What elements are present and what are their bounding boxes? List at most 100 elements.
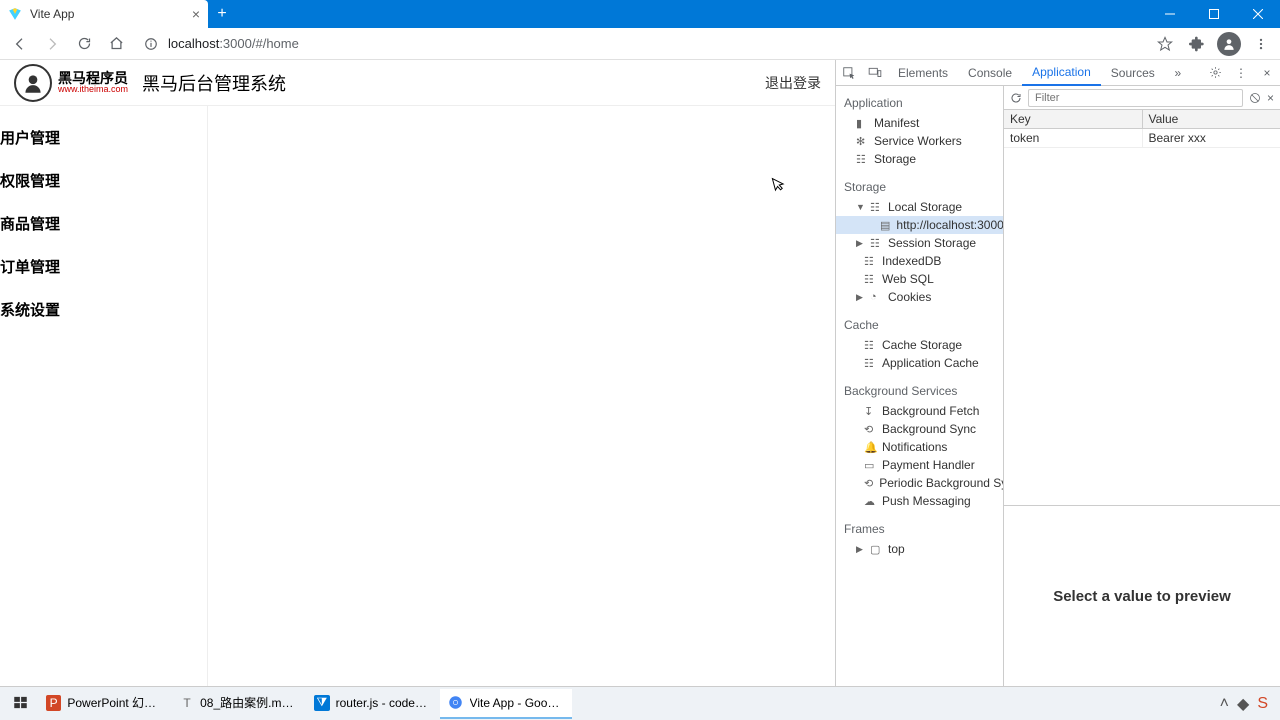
item-frame-top[interactable]: ▶▢top	[836, 540, 1003, 558]
item-push-messaging[interactable]: ☁Push Messaging	[836, 492, 1003, 510]
devtools-menu-icon[interactable]: ⋮	[1228, 60, 1254, 86]
maximize-button[interactable]	[1192, 0, 1236, 28]
vscode-icon: ⧩	[314, 695, 330, 711]
menu-item-products[interactable]: 商品管理	[0, 202, 207, 245]
close-window-button[interactable]	[1236, 0, 1280, 28]
item-bg-sync[interactable]: ⟲Background Sync	[836, 420, 1003, 438]
item-application-cache[interactable]: ☷Application Cache	[836, 354, 1003, 372]
new-tab-button[interactable]: +	[208, 0, 236, 28]
refresh-icon[interactable]	[1010, 92, 1022, 104]
task-vscode[interactable]: ⧩ router.js - code-r...	[306, 689, 438, 719]
col-key[interactable]: Key	[1004, 110, 1143, 128]
item-cookies[interactable]: ▶◔Cookies	[836, 288, 1003, 306]
tab-application[interactable]: Application	[1022, 60, 1101, 86]
section-storage: Storage	[836, 176, 1003, 198]
table-row[interactable]: token Bearer xxx	[1004, 129, 1280, 148]
minimize-button[interactable]	[1148, 0, 1192, 28]
browser-toolbar: localhost:3000/#/home	[0, 28, 1280, 60]
devtools-close-icon[interactable]: ×	[1254, 60, 1280, 86]
item-cache-storage[interactable]: ☷Cache Storage	[836, 336, 1003, 354]
tray-icon[interactable]: S	[1257, 695, 1268, 713]
site-info-icon[interactable]	[144, 37, 158, 51]
cookie-icon: ◔	[870, 291, 882, 303]
tray-icon[interactable]: ◆	[1237, 694, 1249, 714]
logout-link[interactable]: 退出登录	[765, 73, 821, 93]
reload-button[interactable]	[70, 30, 98, 58]
item-local-storage[interactable]: ▼☷Local Storage	[836, 198, 1003, 216]
database-icon: ☷	[864, 273, 876, 286]
item-indexeddb[interactable]: ☷IndexedDB	[836, 252, 1003, 270]
forward-button[interactable]	[38, 30, 66, 58]
item-periodic-sync[interactable]: ⟲Periodic Background Sync	[836, 474, 1003, 492]
chrome-icon	[448, 695, 464, 711]
app-logo: 黑马程序员 www.itheima.com	[14, 64, 128, 102]
tab-sources[interactable]: Sources	[1101, 60, 1165, 86]
devtools-panel: Elements Console Application Sources » ⋮…	[836, 60, 1280, 686]
more-tabs-icon[interactable]: »	[1165, 60, 1191, 86]
url-port: :3000	[219, 36, 252, 51]
url-host: localhost	[168, 36, 219, 51]
menu-item-users[interactable]: 用户管理	[0, 116, 207, 159]
task-chrome[interactable]: Vite App - Googl...	[440, 689, 572, 719]
app-content	[208, 106, 835, 686]
item-notifications[interactable]: 🔔Notifications	[836, 438, 1003, 456]
window-icon: ▢	[870, 543, 882, 556]
menu-item-settings[interactable]: 系统设置	[0, 288, 207, 331]
device-toggle-icon[interactable]	[862, 60, 888, 86]
storage-toolbar: ×	[1004, 86, 1280, 110]
tab-elements[interactable]: Elements	[888, 60, 958, 86]
tab-console[interactable]: Console	[958, 60, 1022, 86]
app-header: 黑马程序员 www.itheima.com 黑马后台管理系统 退出登录	[0, 60, 835, 106]
filter-input[interactable]	[1028, 89, 1243, 107]
task-powerpoint[interactable]: P PowerPoint 幻灯...	[38, 689, 170, 719]
card-icon: ▭	[864, 459, 876, 472]
address-bar[interactable]: localhost:3000/#/home	[134, 31, 1148, 57]
fetch-icon: ↧	[864, 405, 876, 418]
database-icon: ☷	[870, 237, 882, 250]
item-session-storage[interactable]: ▶☷Session Storage	[836, 234, 1003, 252]
item-service-workers[interactable]: ✻Service Workers	[836, 132, 1003, 150]
col-value[interactable]: Value	[1143, 110, 1280, 128]
database-icon: ☷	[864, 339, 876, 352]
logo-text-cn: 黑马程序员	[58, 71, 128, 85]
browser-tab[interactable]: Vite App ×	[0, 0, 208, 28]
system-tray[interactable]: ˄ ◆ S	[1220, 694, 1276, 714]
close-tab-icon[interactable]: ×	[192, 6, 200, 22]
chevron-down-icon: ▼	[856, 202, 864, 212]
cell-value: Bearer xxx	[1143, 129, 1280, 147]
item-websql[interactable]: ☷Web SQL	[836, 270, 1003, 288]
item-local-storage-origin[interactable]: ▤http://localhost:3000	[836, 216, 1003, 234]
home-button[interactable]	[102, 30, 130, 58]
sync-icon: ⟲	[864, 477, 873, 490]
tray-chevron-icon[interactable]: ˄	[1220, 695, 1229, 713]
item-manifest[interactable]: ▮Manifest	[836, 114, 1003, 132]
item-bg-fetch[interactable]: ↧Background Fetch	[836, 402, 1003, 420]
bookmark-icon[interactable]	[1152, 31, 1178, 57]
application-sidebar: Application ▮Manifest ✻Service Workers ☷…	[836, 86, 1004, 686]
vite-favicon-icon	[8, 7, 22, 21]
extensions-icon[interactable]	[1184, 31, 1210, 57]
menu-item-orders[interactable]: 订单管理	[0, 245, 207, 288]
cell-key: token	[1004, 129, 1143, 147]
menu-icon[interactable]	[1248, 31, 1274, 57]
clear-all-icon[interactable]	[1249, 92, 1261, 104]
window-controls	[1148, 0, 1280, 28]
page-title: 黑马后台管理系统	[142, 70, 286, 96]
file-icon: ▤	[880, 219, 890, 232]
devtools-settings-icon[interactable]	[1202, 60, 1228, 86]
profile-avatar[interactable]	[1216, 31, 1242, 57]
sync-icon: ⟲	[864, 423, 876, 436]
back-button[interactable]	[6, 30, 34, 58]
inspect-icon[interactable]	[836, 60, 862, 86]
url-path: /#/home	[252, 36, 299, 51]
item-payment-handler[interactable]: ▭Payment Handler	[836, 456, 1003, 474]
section-cache: Cache	[836, 314, 1003, 336]
database-icon: ☷	[856, 153, 868, 166]
text-file-icon: T	[180, 695, 194, 711]
item-storage-overview[interactable]: ☷Storage	[836, 150, 1003, 168]
delete-icon[interactable]: ×	[1267, 91, 1274, 105]
menu-item-permissions[interactable]: 权限管理	[0, 159, 207, 202]
manifest-icon: ▮	[856, 117, 868, 130]
task-markdown[interactable]: T 08_路由案例.md - ...	[172, 689, 304, 719]
start-button[interactable]	[4, 689, 36, 719]
